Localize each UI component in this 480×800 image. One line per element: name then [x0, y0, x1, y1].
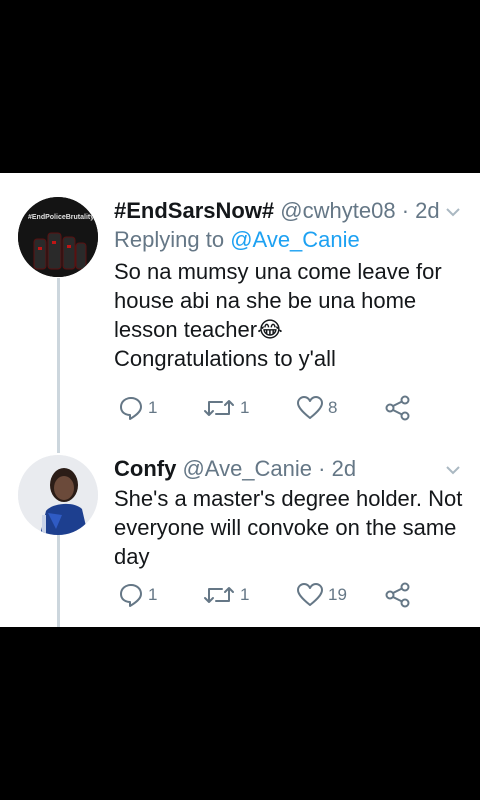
avatar[interactable]: [18, 455, 98, 535]
like-button[interactable]: 19: [296, 582, 347, 608]
timestamp[interactable]: 2d: [415, 198, 439, 223]
separator: ·: [312, 456, 332, 481]
share-button[interactable]: [384, 395, 412, 421]
tweet-2[interactable]: Confy @Ave_Canie · 2d She's a master's d…: [0, 435, 480, 625]
retweet-count: 1: [240, 585, 250, 604]
retweet-button[interactable]: 1: [202, 395, 249, 421]
tweet-thread: #EndPoliceBrutality #EndSarsNow# @cwhyte…: [0, 173, 480, 627]
like-button[interactable]: 8: [296, 395, 337, 421]
reply-count: 1: [148, 585, 158, 604]
tweet-header: #EndSarsNow# @cwhyte08 · 2d: [114, 197, 466, 225]
chevron-down-icon[interactable]: [444, 203, 462, 221]
handle[interactable]: @Ave_Canie: [182, 456, 312, 481]
tweet-text: So na mumsy una come leave for house abi…: [114, 259, 442, 371]
handle[interactable]: @cwhyte08: [280, 198, 395, 223]
replying-prefix: Replying to: [114, 227, 225, 252]
tweet-actions: 1 1 19: [114, 582, 434, 612]
reply-button[interactable]: 1: [118, 582, 157, 608]
fist-avatar-icon: [18, 197, 98, 277]
timestamp[interactable]: 2d: [332, 456, 356, 481]
tweet-1[interactable]: #EndPoliceBrutality #EndSarsNow# @cwhyte…: [0, 173, 480, 433]
retweet-count: 1: [240, 398, 250, 417]
like-count: 19: [328, 585, 347, 604]
chevron-down-icon[interactable]: [444, 461, 462, 479]
reply-button[interactable]: 1: [118, 395, 157, 421]
avatar[interactable]: #EndPoliceBrutality: [18, 197, 98, 277]
tweet-text: She's a master's degree holder. Not ever…: [114, 486, 463, 569]
separator: ·: [395, 198, 416, 223]
retweet-button[interactable]: 1: [202, 582, 249, 608]
avatar-caption: #EndPoliceBrutality: [28, 214, 95, 221]
replying-to-handle[interactable]: @Ave_Canie: [230, 227, 360, 252]
share-button[interactable]: [384, 582, 412, 608]
heart-icon: [297, 583, 323, 606]
reply-icon: [120, 584, 142, 607]
retweet-icon: [204, 400, 234, 416]
reply-count: 1: [148, 398, 158, 417]
person-avatar-icon: [18, 455, 98, 535]
tweet-header: Confy @Ave_Canie · 2d: [114, 455, 466, 483]
tweet-actions: 1 1 8: [114, 395, 434, 425]
display-name[interactable]: #EndSarsNow#: [114, 198, 274, 223]
display-name[interactable]: Confy: [114, 456, 176, 481]
share-icon: [385, 395, 410, 421]
heart-icon: [297, 396, 323, 419]
share-icon: [385, 582, 410, 608]
replying-to: Replying to @Ave_Canie: [114, 225, 466, 255]
retweet-icon: [204, 587, 234, 603]
reply-icon: [120, 397, 142, 420]
like-count: 8: [328, 398, 338, 417]
